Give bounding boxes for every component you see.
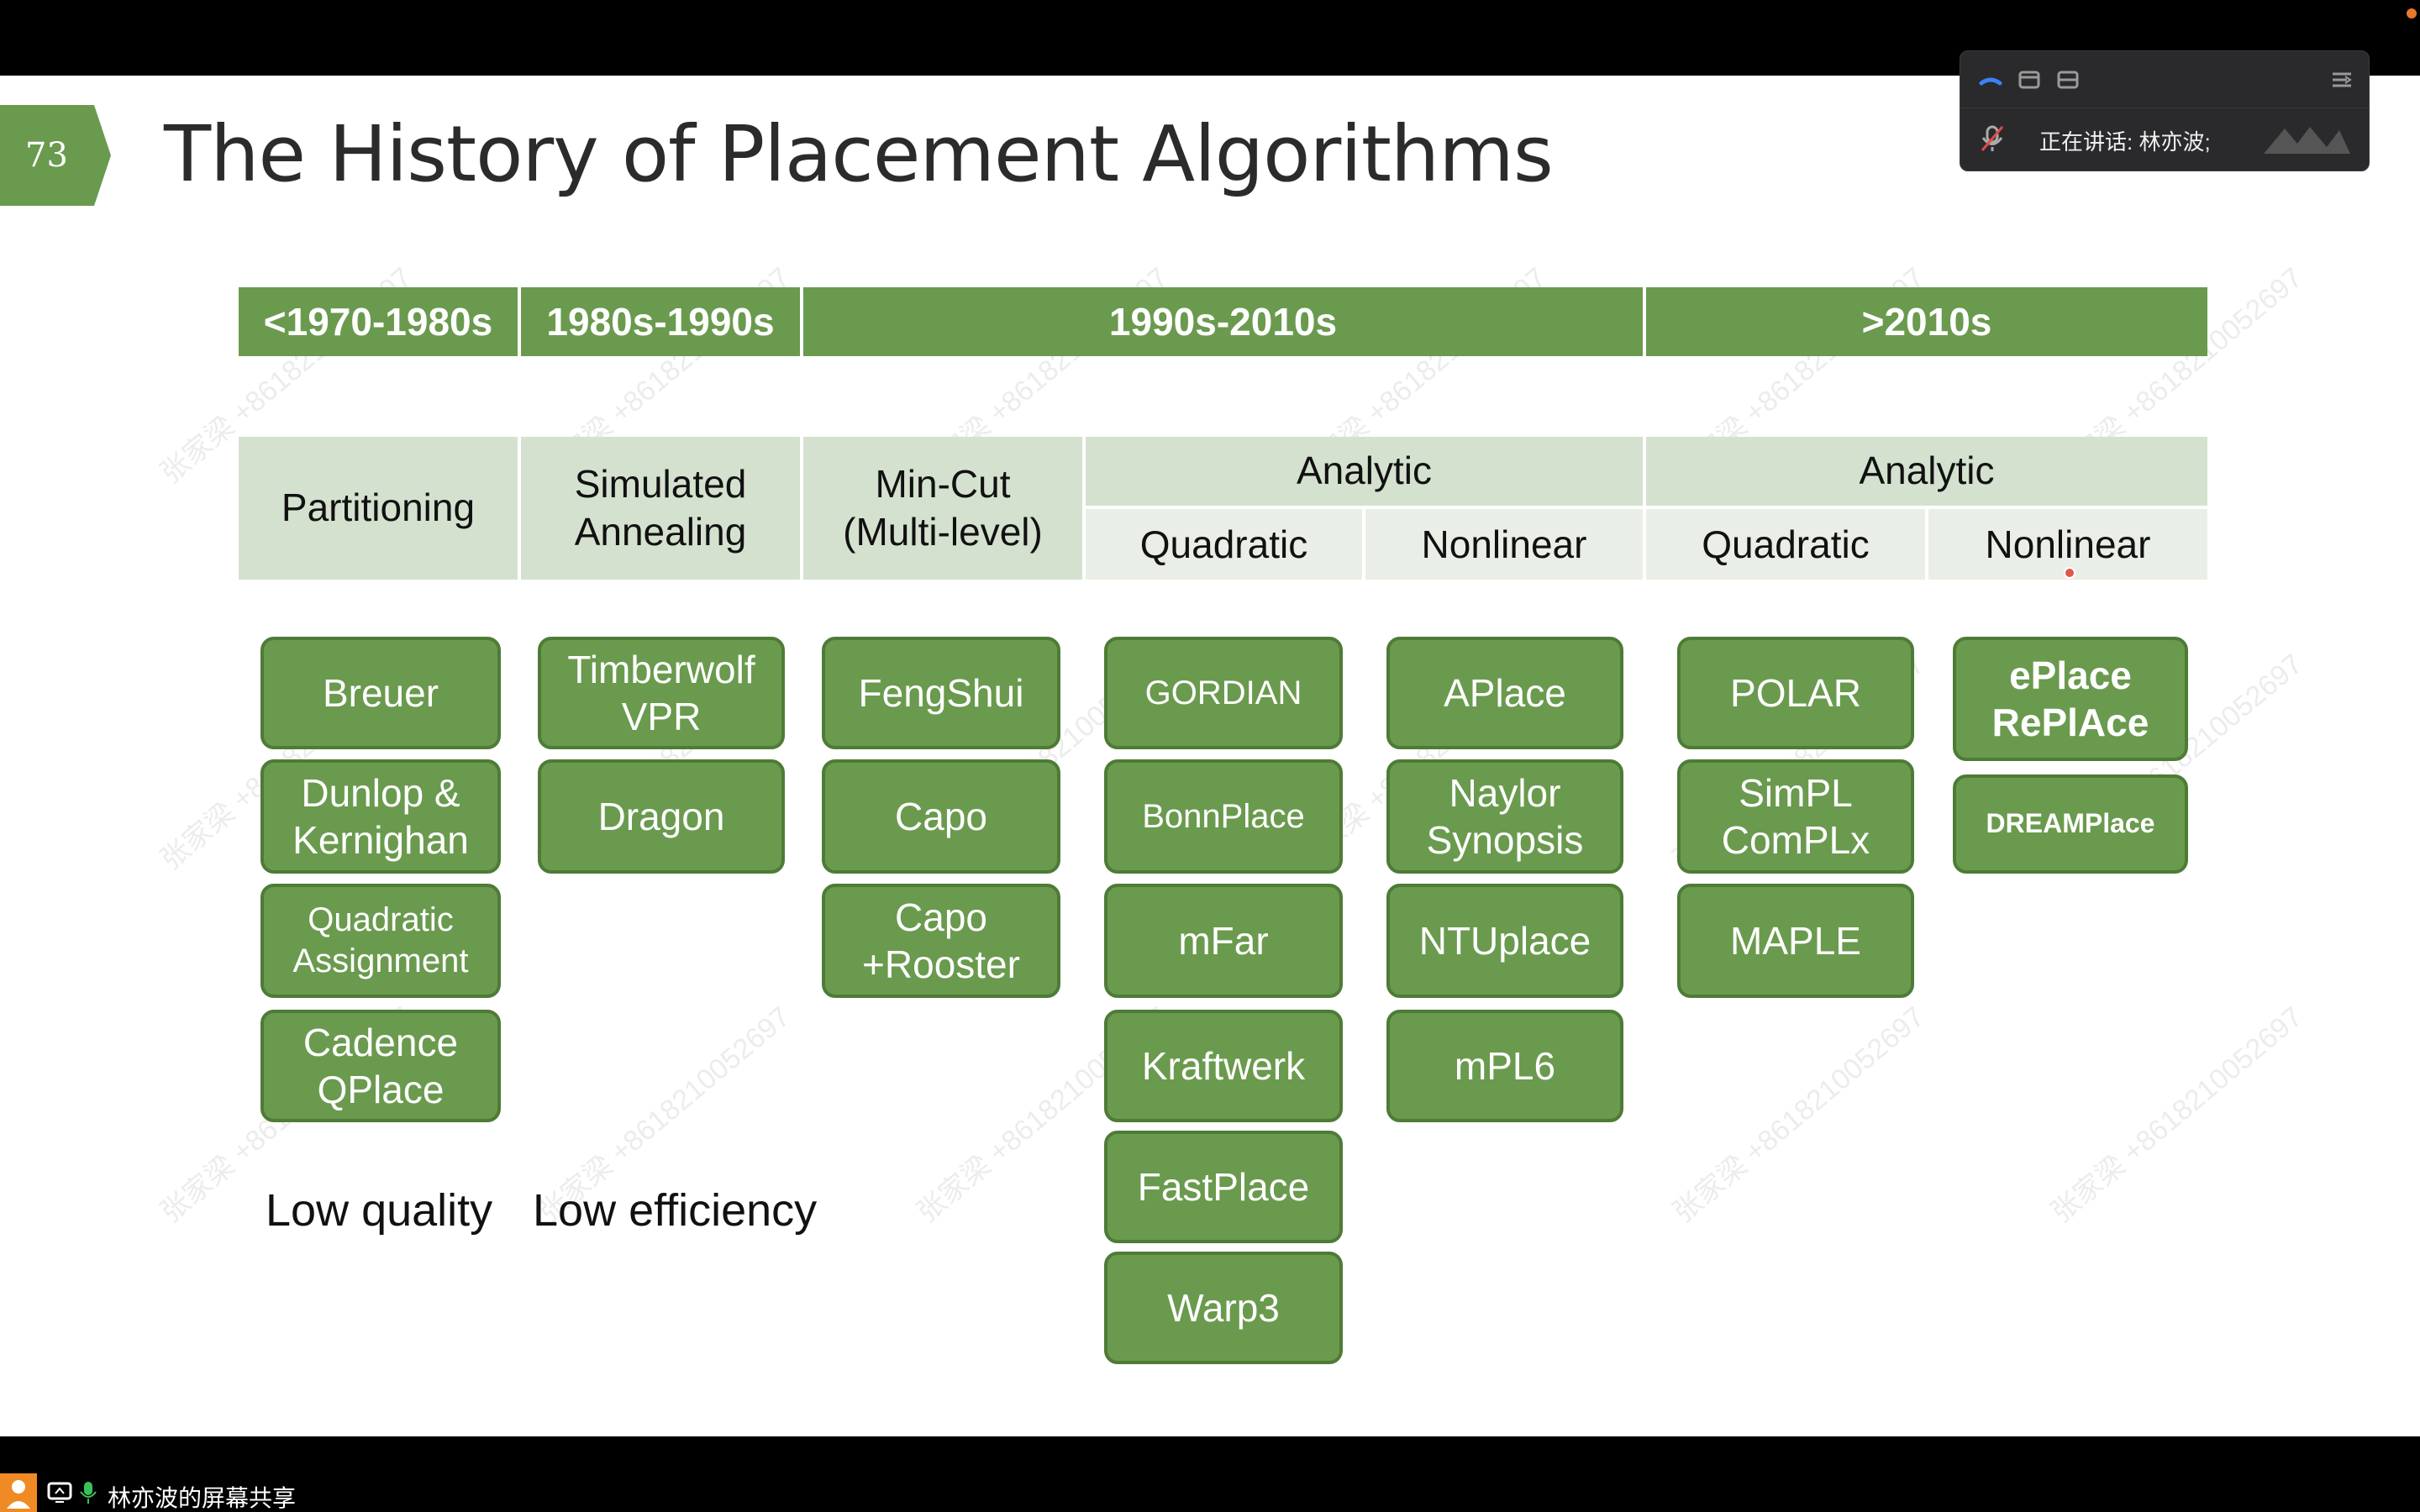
algorithm-box: Capo: [822, 759, 1060, 874]
slide-title: The History of Placement Algorithms: [164, 109, 1554, 199]
category-quadratic: Quadratic: [1646, 509, 1925, 580]
note-low-quality: Low quality: [266, 1185, 493, 1236]
participant-icon[interactable]: [0, 1473, 37, 1512]
algorithm-box: Capo +Rooster: [822, 884, 1060, 998]
collapse-panel-icon[interactable]: [2330, 70, 2354, 90]
category-nonlinear: Nonlinear: [1365, 509, 1643, 580]
mic-muted-icon[interactable]: [1977, 123, 2007, 154]
category-quadratic: Quadratic: [1086, 509, 1362, 580]
category-simulated-annealing: Simulated Annealing: [521, 437, 800, 580]
category-analytic: Analytic: [1646, 437, 2207, 506]
algorithm-box: ePlace RePlAce: [1953, 637, 2188, 761]
algorithm-box: FengShui: [822, 637, 1060, 749]
screen-share-bar: 林亦波的屏幕共享: [0, 1436, 2420, 1512]
algorithm-box: Quadratic Assignment: [260, 884, 501, 998]
algorithm-box: SimPL ComPLx: [1677, 759, 1914, 874]
panel-toolbar: [1960, 51, 2369, 108]
algorithm-box: Warp3: [1104, 1252, 1343, 1364]
algorithm-box: APlace: [1386, 637, 1623, 749]
algorithm-box: Naylor Synopsis: [1386, 759, 1623, 874]
category-min-cut: Min-Cut (Multi-level): [803, 437, 1082, 580]
laser-pointer-dot: [2064, 567, 2075, 579]
algorithm-box: Cadence QPlace: [260, 1010, 501, 1122]
minimize-view-icon[interactable]: [1979, 70, 2002, 90]
category-analytic: Analytic: [1086, 437, 1643, 506]
era-header: 1980s-1990s: [521, 287, 800, 356]
algorithm-box: Dunlop & Kernighan: [260, 759, 501, 874]
speaker-panel[interactable]: 正在讲话: 林亦波;: [1960, 50, 2370, 171]
gallery-view-icon[interactable]: [2056, 70, 2080, 90]
slide-page-number: 73: [0, 105, 111, 206]
category-partitioning: Partitioning: [239, 437, 518, 580]
algorithm-box: Breuer: [260, 637, 501, 749]
algorithm-box: Timberwolf VPR: [538, 637, 785, 749]
speaking-indicator-text: 正在讲话: 林亦波;: [2039, 129, 2211, 155]
algorithm-box: GORDIAN: [1104, 637, 1343, 749]
mic-active-icon: [80, 1482, 97, 1504]
era-header: <1970-1980s: [239, 287, 518, 356]
era-header: 1990s-2010s: [803, 287, 1643, 356]
speaker-avatar-icon: [2264, 127, 2350, 154]
note-low-efficiency: Low efficiency: [533, 1185, 818, 1236]
algorithm-box: MAPLE: [1677, 884, 1914, 998]
algorithm-box: DREAMPlace: [1953, 774, 2188, 874]
algorithm-box: mFar: [1104, 884, 1343, 998]
algorithm-box: Kraftwerk: [1104, 1010, 1343, 1122]
screen-share-label: 林亦波的屏幕共享: [108, 1485, 297, 1511]
era-header: >2010s: [1646, 287, 2207, 356]
algorithm-box: FastPlace: [1104, 1131, 1343, 1243]
active-speaker-row: 正在讲话: 林亦波;: [1960, 108, 2369, 172]
slide-canvas: 张家梁 +8618210052697 张家梁 +8618210052697 张家…: [0, 0, 2420, 1436]
algorithm-box: POLAR: [1677, 637, 1914, 749]
algorithm-box: NTUplace: [1386, 884, 1623, 998]
algorithm-box: mPL6: [1386, 1010, 1623, 1122]
window-view-icon[interactable]: [2018, 70, 2041, 90]
algorithm-box: BonnPlace: [1104, 759, 1343, 874]
algorithm-box: Dragon: [538, 759, 785, 874]
screen-share-icon: [47, 1482, 72, 1503]
